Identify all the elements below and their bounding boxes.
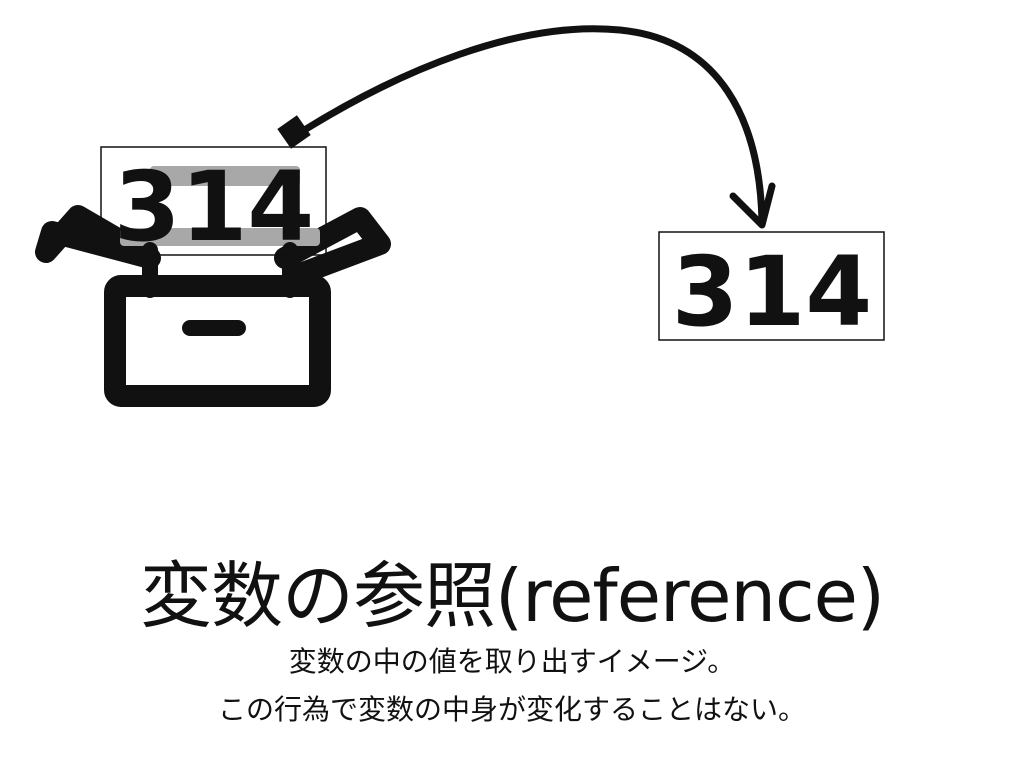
arrow-path <box>294 25 766 226</box>
arrow-tail-marker <box>277 115 311 149</box>
slide-title: 変数の参照(reference) <box>140 554 885 638</box>
slide: 314 314 変数の参照(reference) 変数の中の値を取り出すイメージ… <box>0 0 1024 768</box>
arrow-head <box>729 182 776 229</box>
source-value: 314 <box>114 151 314 263</box>
subtitle-line-1: 変数の中の値を取り出すイメージ。 <box>288 645 736 678</box>
subtitle-line-2: この行為で変数の中身が変化することはない。 <box>217 693 806 726</box>
arrow-icon <box>277 25 776 229</box>
box-body <box>104 275 331 407</box>
copied-value: 314 <box>672 236 872 348</box>
